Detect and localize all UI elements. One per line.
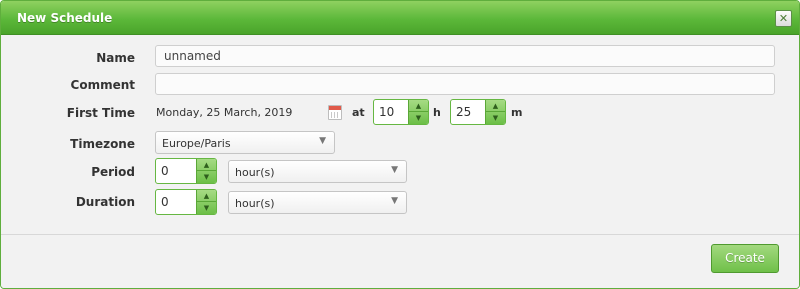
dialog-titlebar: New Schedule ✕ (1, 1, 799, 35)
chevron-down-icon: ▼ (319, 136, 326, 146)
hour-unit-label: h (433, 106, 441, 119)
period-unit-value: hour(s) (235, 166, 275, 179)
period-unit-select[interactable]: hour(s) ▼ (228, 160, 407, 183)
name-value: unnamed (164, 49, 221, 63)
first-time-label: First Time (66, 106, 135, 120)
minute-increment-button[interactable]: ▲ (486, 100, 505, 112)
period-stepper[interactable]: 0 ▲ ▼ (155, 158, 217, 184)
create-button[interactable]: Create (711, 244, 779, 273)
hour-value[interactable]: 10 (379, 105, 394, 119)
new-schedule-dialog: New Schedule ✕ Name unnamed Comment Firs… (0, 0, 800, 289)
duration-decrement-button[interactable]: ▼ (197, 202, 216, 214)
period-increment-button[interactable]: ▲ (197, 159, 216, 171)
minute-decrement-button[interactable]: ▼ (486, 112, 505, 124)
at-label: at (352, 106, 365, 119)
period-label: Period (91, 165, 135, 179)
hour-increment-button[interactable]: ▲ (409, 100, 428, 112)
calendar-icon[interactable] (328, 105, 342, 120)
comment-input[interactable] (155, 73, 775, 95)
comment-label: Comment (70, 78, 135, 92)
hour-decrement-button[interactable]: ▼ (409, 112, 428, 124)
minute-unit-label: m (511, 106, 523, 119)
timezone-value: Europe/Paris (162, 137, 231, 150)
duration-stepper[interactable]: 0 ▲ ▼ (155, 189, 217, 215)
timezone-select[interactable]: Europe/Paris ▼ (155, 131, 335, 154)
hour-stepper[interactable]: 10 ▲ ▼ (373, 99, 429, 125)
period-value[interactable]: 0 (161, 164, 169, 178)
close-icon: ✕ (778, 12, 789, 25)
name-label: Name (96, 51, 135, 65)
duration-unit-select[interactable]: hour(s) ▼ (228, 191, 407, 214)
duration-value[interactable]: 0 (161, 195, 169, 209)
duration-increment-button[interactable]: ▲ (197, 190, 216, 202)
duration-unit-value: hour(s) (235, 197, 275, 210)
duration-label: Duration (75, 195, 135, 209)
name-input[interactable]: unnamed (155, 45, 775, 67)
timezone-label: Timezone (70, 137, 135, 151)
dialog-title: New Schedule (17, 11, 113, 25)
minute-stepper[interactable]: 25 ▲ ▼ (450, 99, 506, 125)
dialog-footer (1, 235, 799, 288)
minute-value[interactable]: 25 (456, 105, 471, 119)
first-time-date[interactable]: Monday, 25 March, 2019 (156, 106, 292, 119)
chevron-down-icon: ▼ (391, 196, 398, 206)
period-decrement-button[interactable]: ▼ (197, 171, 216, 183)
close-button[interactable]: ✕ (775, 10, 792, 27)
chevron-down-icon: ▼ (391, 165, 398, 175)
